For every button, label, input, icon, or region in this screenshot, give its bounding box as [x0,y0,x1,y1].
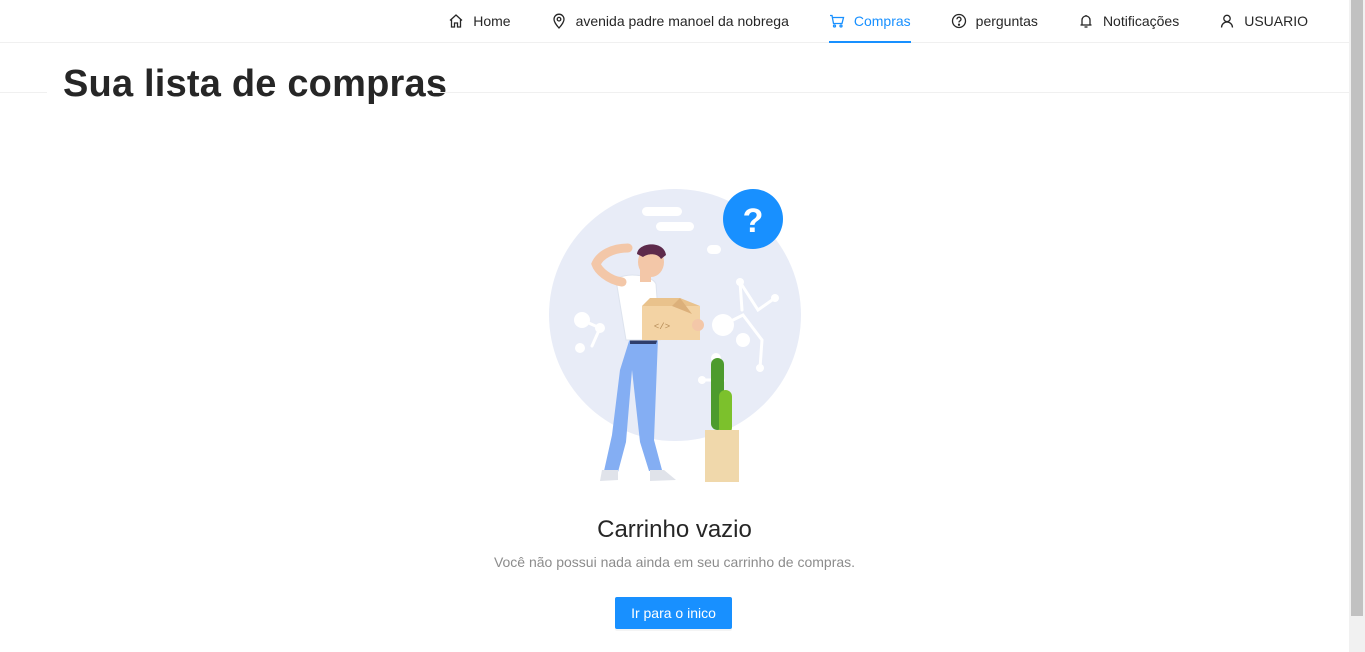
nav-item-label: Compras [853,13,911,29]
nav-item-perguntas[interactable]: perguntas [931,0,1058,42]
nav-item-home[interactable]: Home [428,0,530,42]
nav-item-label: perguntas [975,13,1038,29]
bell-icon [1078,13,1094,29]
title-divider-left [0,92,47,93]
location-pin-icon [551,13,567,29]
nav-item-label: Notificações [1102,13,1180,29]
empty-state-title: Carrinho vazio [597,516,752,543]
nav-item-label: avenida padre manoel da nobrega [575,13,789,29]
go-home-button[interactable]: Ir para o inico [615,597,732,629]
question-circle-icon [951,13,967,29]
home-icon [448,13,464,29]
page-title: Sua lista de compras [63,63,448,105]
title-divider-right [433,92,1349,93]
svg-text:</>: </> [654,322,670,332]
nav-item-address[interactable]: avenida padre manoel da nobrega [531,0,809,42]
svg-text:?: ? [743,202,764,240]
main-menu: Home avenida padre manoel da nobrega Com… [428,0,1328,43]
user-icon [1219,13,1235,29]
scrollbar-thumb[interactable] [1351,0,1363,616]
vertical-scrollbar[interactable] [1349,0,1365,652]
empty-cart-illustration: ? </> [549,189,801,482]
nav-item-notificacoes[interactable]: Notificações [1058,0,1199,42]
nav-item-label: USUARIO [1244,13,1308,29]
top-navigation-bar: Home avenida padre manoel da nobrega Com… [0,0,1349,43]
nav-item-label: Home [473,13,511,29]
nav-item-usuario[interactable]: USUARIO [1199,0,1328,42]
cart-icon [829,13,845,29]
empty-state-description: Você não possui nada ainda em seu carrin… [493,554,856,570]
nav-item-compras[interactable]: Compras [809,0,931,43]
